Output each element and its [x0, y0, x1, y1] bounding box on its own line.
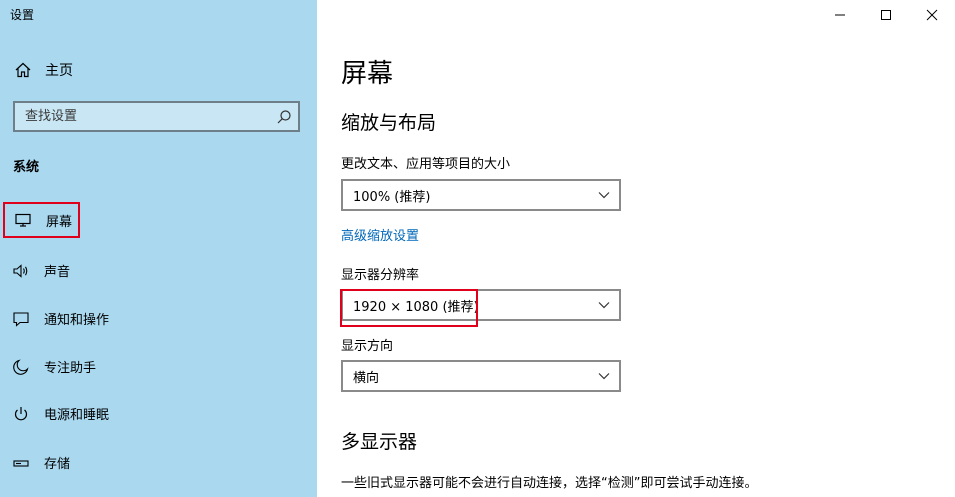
- message-icon: [12, 310, 30, 328]
- sidebar-item-notifications[interactable]: 通知和操作: [12, 309, 109, 328]
- home-icon: [14, 61, 32, 79]
- text-size-label: 更改文本、应用等项目的大小: [341, 157, 511, 172]
- sidebar-item-label: 电源和睡眠: [44, 408, 110, 423]
- sidebar-item-storage[interactable]: 存储: [12, 453, 70, 472]
- settings-window: 设置 主页 系统: [0, 0, 955, 497]
- resolution-label: 显示器分辨率: [341, 268, 420, 283]
- multiple-displays-description: 一些旧式显示器可能不会进行自动连接，选择“检测”即可尝试手动连接。: [341, 476, 758, 491]
- resolution-dropdown[interactable]: 1920 × 1080 (推荐): [341, 289, 621, 321]
- power-icon: [12, 405, 30, 423]
- resolution-value: 1920 × 1080 (推荐): [353, 299, 479, 315]
- monitor-icon: [14, 211, 32, 229]
- storage-icon: [12, 454, 30, 472]
- moon-icon: [12, 358, 30, 376]
- sidebar-item-label: 屏幕: [46, 214, 73, 230]
- advanced-scaling-link[interactable]: 高级缩放设置: [341, 225, 419, 244]
- orientation-dropdown[interactable]: 横向: [341, 360, 621, 392]
- orientation-label: 显示方向: [341, 339, 394, 354]
- home-nav-item[interactable]: 主页: [14, 60, 73, 80]
- home-label: 主页: [45, 63, 73, 79]
- section-header-system: 系统: [13, 160, 40, 175]
- search-input[interactable]: [15, 108, 276, 125]
- sidebar-item-label: 专注助手: [44, 361, 97, 376]
- chevron-down-icon: [597, 298, 611, 312]
- text-size-dropdown[interactable]: 100% (推荐): [341, 179, 621, 211]
- text-size-value: 100% (推荐): [353, 189, 431, 205]
- sidebar-item-label: 通知和操作: [44, 313, 110, 328]
- speaker-icon: [12, 262, 30, 280]
- chevron-down-icon: [597, 188, 611, 202]
- sidebar: 设置 主页 系统: [0, 0, 317, 497]
- orientation-value: 横向: [353, 370, 380, 386]
- sidebar-item-display[interactable]: 屏幕: [3, 202, 80, 238]
- sidebar-item-focus-assist[interactable]: 专注助手: [12, 357, 96, 376]
- main-content: 屏幕 缩放与布局 更改文本、应用等项目的大小 100% (推荐) 高级缩放设置 …: [317, 0, 955, 497]
- sidebar-item-sound[interactable]: 声音: [12, 261, 70, 280]
- search-icon[interactable]: [276, 109, 292, 125]
- sidebar-item-label: 声音: [44, 265, 71, 280]
- page-title: 屏幕: [341, 59, 394, 89]
- multiple-displays-heading: 多显示器: [341, 431, 418, 453]
- sidebar-item-label: 存储: [44, 457, 71, 472]
- chevron-down-icon: [597, 369, 611, 383]
- scale-layout-heading: 缩放与布局: [341, 112, 437, 134]
- app-title: 设置: [10, 8, 35, 22]
- sidebar-item-power[interactable]: 电源和睡眠: [12, 404, 109, 423]
- search-box[interactable]: [13, 101, 300, 132]
